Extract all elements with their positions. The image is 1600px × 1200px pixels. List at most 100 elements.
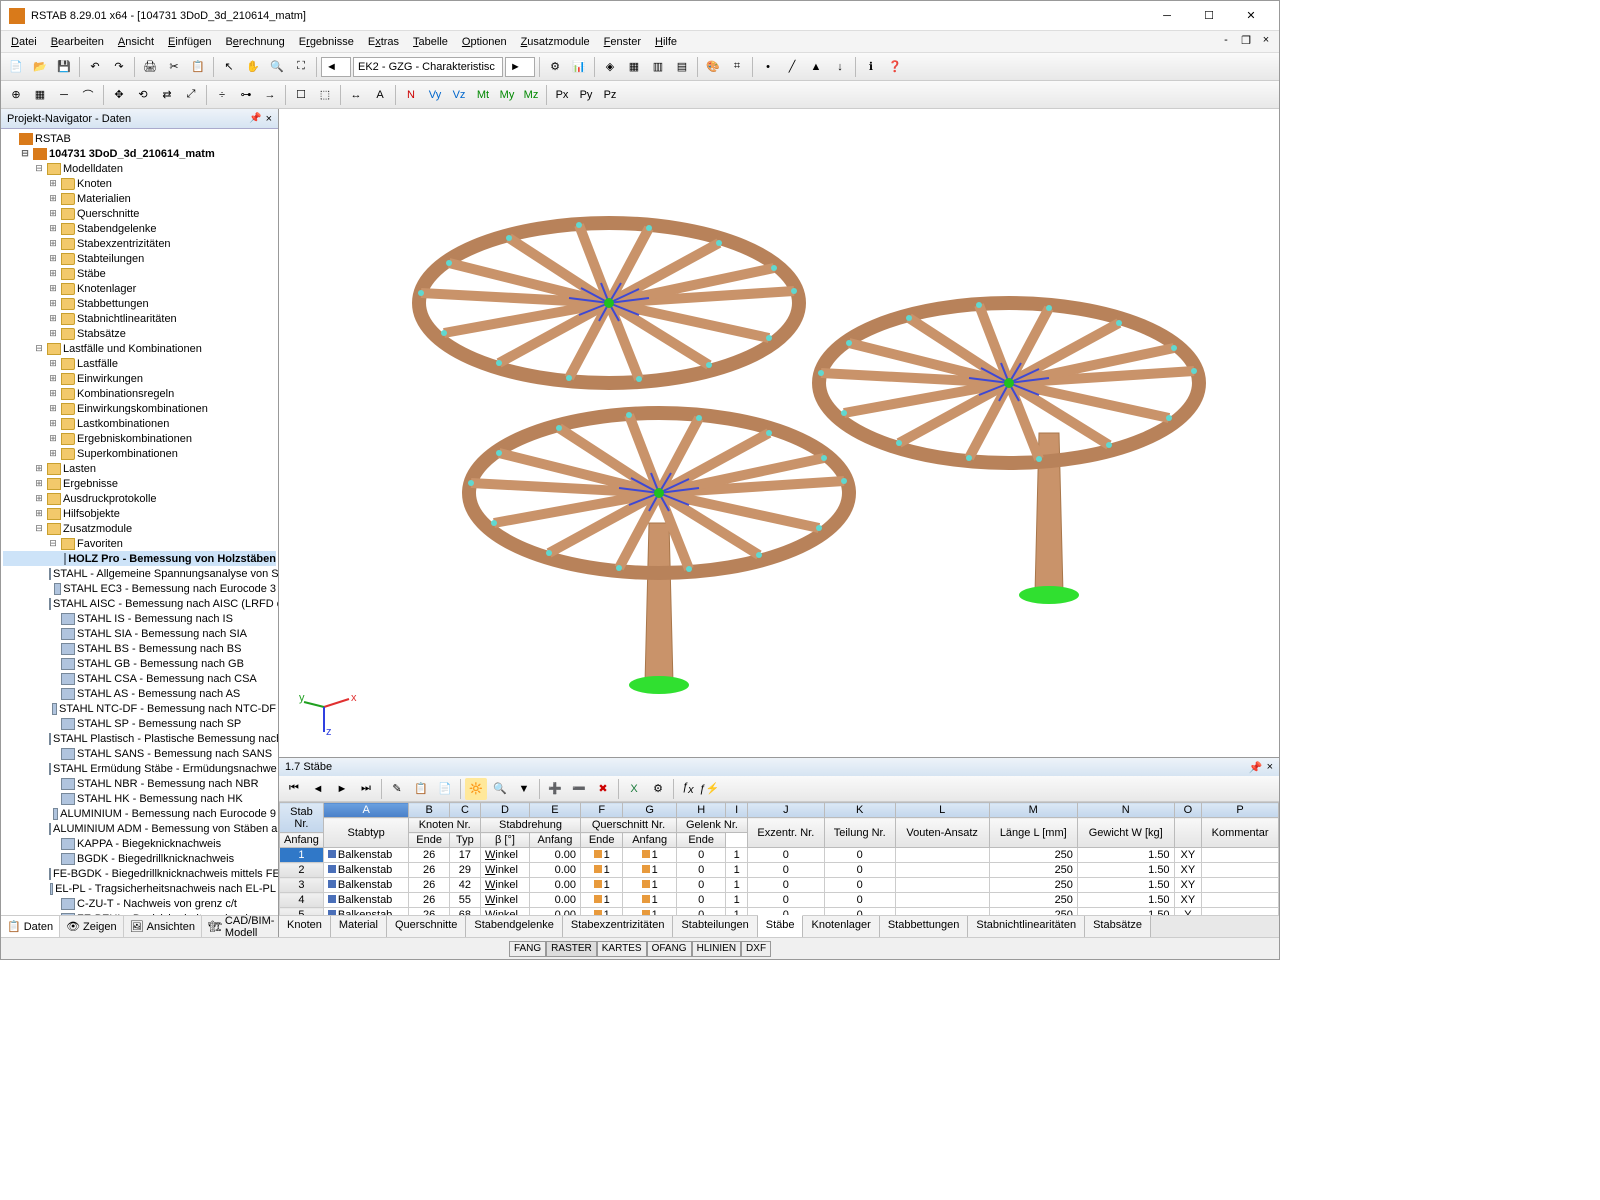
tbl-addrow-icon[interactable]: ➕: [544, 778, 566, 800]
table-tab[interactable]: Knotenlager: [803, 916, 879, 937]
arc-icon[interactable]: ⌒: [77, 84, 99, 106]
node-icon[interactable]: •: [757, 56, 779, 78]
tree-node[interactable]: STAHL HK - Bemessung nach HK: [3, 791, 276, 806]
fx-btn[interactable]: ƒ⚡: [700, 782, 720, 795]
table-tab[interactable]: Stabbettungen: [880, 916, 969, 937]
snap-icon[interactable]: ⊕: [5, 84, 27, 106]
tbl-delrow-icon[interactable]: ➖: [568, 778, 590, 800]
line-icon[interactable]: ─: [53, 84, 75, 106]
table-tab[interactable]: Knoten: [279, 916, 331, 937]
tbl-delcross-icon[interactable]: ✖: [592, 778, 614, 800]
tree-node[interactable]: STAHL - Allgemeine Spannungsanalyse von …: [3, 566, 276, 581]
menu-ergebnisse[interactable]: Ergebnisse: [293, 34, 360, 50]
wire-icon[interactable]: ⌗: [726, 56, 748, 78]
status-toggle[interactable]: HLINIEN: [692, 941, 741, 957]
tree-node[interactable]: ⊞Stabexzentrizitäten: [3, 236, 276, 251]
tree-node[interactable]: ⊞Ergebnisse: [3, 476, 276, 491]
load-icon[interactable]: ↓: [829, 56, 851, 78]
table-tab[interactable]: Stabendgelenke: [466, 916, 563, 937]
results-icon[interactable]: 📊: [568, 56, 590, 78]
table-tab[interactable]: Stäbe: [758, 915, 804, 937]
render-icon[interactable]: 🎨: [702, 56, 724, 78]
tree-node[interactable]: STAHL AISC - Bemessung nach AISC (LRFD o…: [3, 596, 276, 611]
close-button[interactable]: ✕: [1231, 4, 1271, 28]
menu-tabelle[interactable]: Tabelle: [407, 34, 454, 50]
tbl-last-icon[interactable]: ⏭: [355, 778, 377, 800]
menu-einfuegen[interactable]: Einfügen: [162, 34, 217, 50]
tree-node[interactable]: ⊞Lastfälle: [3, 356, 276, 371]
info-icon[interactable]: ℹ: [860, 56, 882, 78]
tree-node[interactable]: ⊟104731 3DoD_3d_210614_matm: [3, 146, 276, 161]
status-toggle[interactable]: DXF: [741, 941, 771, 957]
menu-berechnung[interactable]: Berechnung: [219, 34, 290, 50]
calc-icon[interactable]: ⚙: [544, 56, 566, 78]
move-icon[interactable]: ✥: [108, 84, 130, 106]
table-tab[interactable]: Stabteilungen: [673, 916, 757, 937]
extend-icon[interactable]: →: [259, 84, 281, 106]
redo-icon[interactable]: ↷: [108, 56, 130, 78]
tree-node[interactable]: ⊟Lastfälle und Kombinationen: [3, 341, 276, 356]
px-icon[interactable]: Px: [551, 84, 573, 106]
3d-canvas[interactable]: x y z: [279, 109, 1279, 757]
tree-node[interactable]: ⊞Knotenlager: [3, 281, 276, 296]
tree-node[interactable]: ⊞Stabteilungen: [3, 251, 276, 266]
navtab-zeigen[interactable]: 👁 Zeigen: [60, 916, 124, 937]
menu-optionen[interactable]: Optionen: [456, 34, 513, 50]
tree-node[interactable]: RSTAB: [3, 131, 276, 146]
tbl-first-icon[interactable]: ⏮: [283, 778, 305, 800]
text-icon[interactable]: A: [369, 84, 391, 106]
status-toggle[interactable]: FANG: [509, 941, 546, 957]
status-toggle[interactable]: RASTER: [546, 941, 597, 957]
table-tab[interactable]: Material: [331, 916, 387, 937]
navtab-cad[interactable]: 🏗 CAD/BIM-Modell: [202, 916, 281, 937]
tree-node[interactable]: FE-BGDK - Biegedrillknicknachweis mittel…: [3, 866, 276, 881]
tree-node[interactable]: ⊞Stabendgelenke: [3, 221, 276, 236]
tbl-prev-icon[interactable]: ◄: [307, 778, 329, 800]
mt-icon[interactable]: Mt: [472, 84, 494, 106]
table-tab[interactable]: Stabsätze: [1085, 916, 1151, 937]
support-icon[interactable]: ▲: [805, 56, 827, 78]
cursor-icon[interactable]: ↖: [218, 56, 240, 78]
loadcase-prev[interactable]: ◄: [321, 57, 351, 77]
navtab-ansichten[interactable]: 🖼 Ansichten: [124, 916, 202, 937]
tree-node[interactable]: ⊞Lasten: [3, 461, 276, 476]
tree-node[interactable]: STAHL NTC-DF - Bemessung nach NTC-DF: [3, 701, 276, 716]
tree-node[interactable]: STAHL CSA - Bemessung nach CSA: [3, 671, 276, 686]
tree-node[interactable]: C-ZU-T - Nachweis von grenz c/t: [3, 896, 276, 911]
tree-node[interactable]: ⊞Superkombinationen: [3, 446, 276, 461]
tree-node[interactable]: STAHL NBR - Bemessung nach NBR: [3, 776, 276, 791]
rotate-icon[interactable]: ⟲: [132, 84, 154, 106]
copy-icon[interactable]: 📋: [187, 56, 209, 78]
tree-node[interactable]: ALUMINIUM ADM - Bemessung von Stäben a: [3, 821, 276, 836]
tree-node[interactable]: STAHL SANS - Bemessung nach SANS: [3, 746, 276, 761]
tree-node[interactable]: ⊟Modelldaten: [3, 161, 276, 176]
tbl-refresh-icon[interactable]: 🔆: [465, 778, 487, 800]
cut-icon[interactable]: ✂: [163, 56, 185, 78]
menu-ansicht[interactable]: Ansicht: [112, 34, 160, 50]
print-icon[interactable]: 🖨: [139, 56, 161, 78]
zoomfit-icon[interactable]: ⛶: [290, 56, 312, 78]
mirror-icon[interactable]: ⇄: [156, 84, 178, 106]
tree-node[interactable]: ⊞Lastkombinationen: [3, 416, 276, 431]
tree-node[interactable]: ⊞Knoten: [3, 176, 276, 191]
tree-node[interactable]: STAHL BS - Bemessung nach BS: [3, 641, 276, 656]
tree-node[interactable]: EL-PL - Tragsicherheitsnachweis nach EL-…: [3, 881, 276, 896]
menu-zusatzmodule[interactable]: Zusatzmodule: [515, 34, 596, 50]
tree-node[interactable]: ALUMINIUM - Bemessung nach Eurocode 9: [3, 806, 276, 821]
vz-icon[interactable]: Vz: [448, 84, 470, 106]
tree-node[interactable]: STAHL GB - Bemessung nach GB: [3, 656, 276, 671]
panel-close-icon[interactable]: ×: [266, 113, 272, 125]
table-tab[interactable]: Stabnichtlinearitäten: [968, 916, 1085, 937]
select-all-icon[interactable]: ☐: [290, 84, 312, 106]
tree-node[interactable]: ⊞Einwirkungskombinationen: [3, 401, 276, 416]
tree-node[interactable]: ⊞Stabnichtlinearitäten: [3, 311, 276, 326]
py-icon[interactable]: Py: [575, 84, 597, 106]
table-close-icon[interactable]: ×: [1267, 761, 1273, 773]
tree-node[interactable]: ⊞Stabbettungen: [3, 296, 276, 311]
tree-node[interactable]: STAHL EC3 - Bemessung nach Eurocode 3: [3, 581, 276, 596]
tbl-find-icon[interactable]: 🔍: [489, 778, 511, 800]
tree-node[interactable]: ⊞Querschnitte: [3, 206, 276, 221]
pz-icon[interactable]: Pz: [599, 84, 621, 106]
tbl-edit-icon[interactable]: ✎: [386, 778, 408, 800]
n-icon[interactable]: N: [400, 84, 422, 106]
